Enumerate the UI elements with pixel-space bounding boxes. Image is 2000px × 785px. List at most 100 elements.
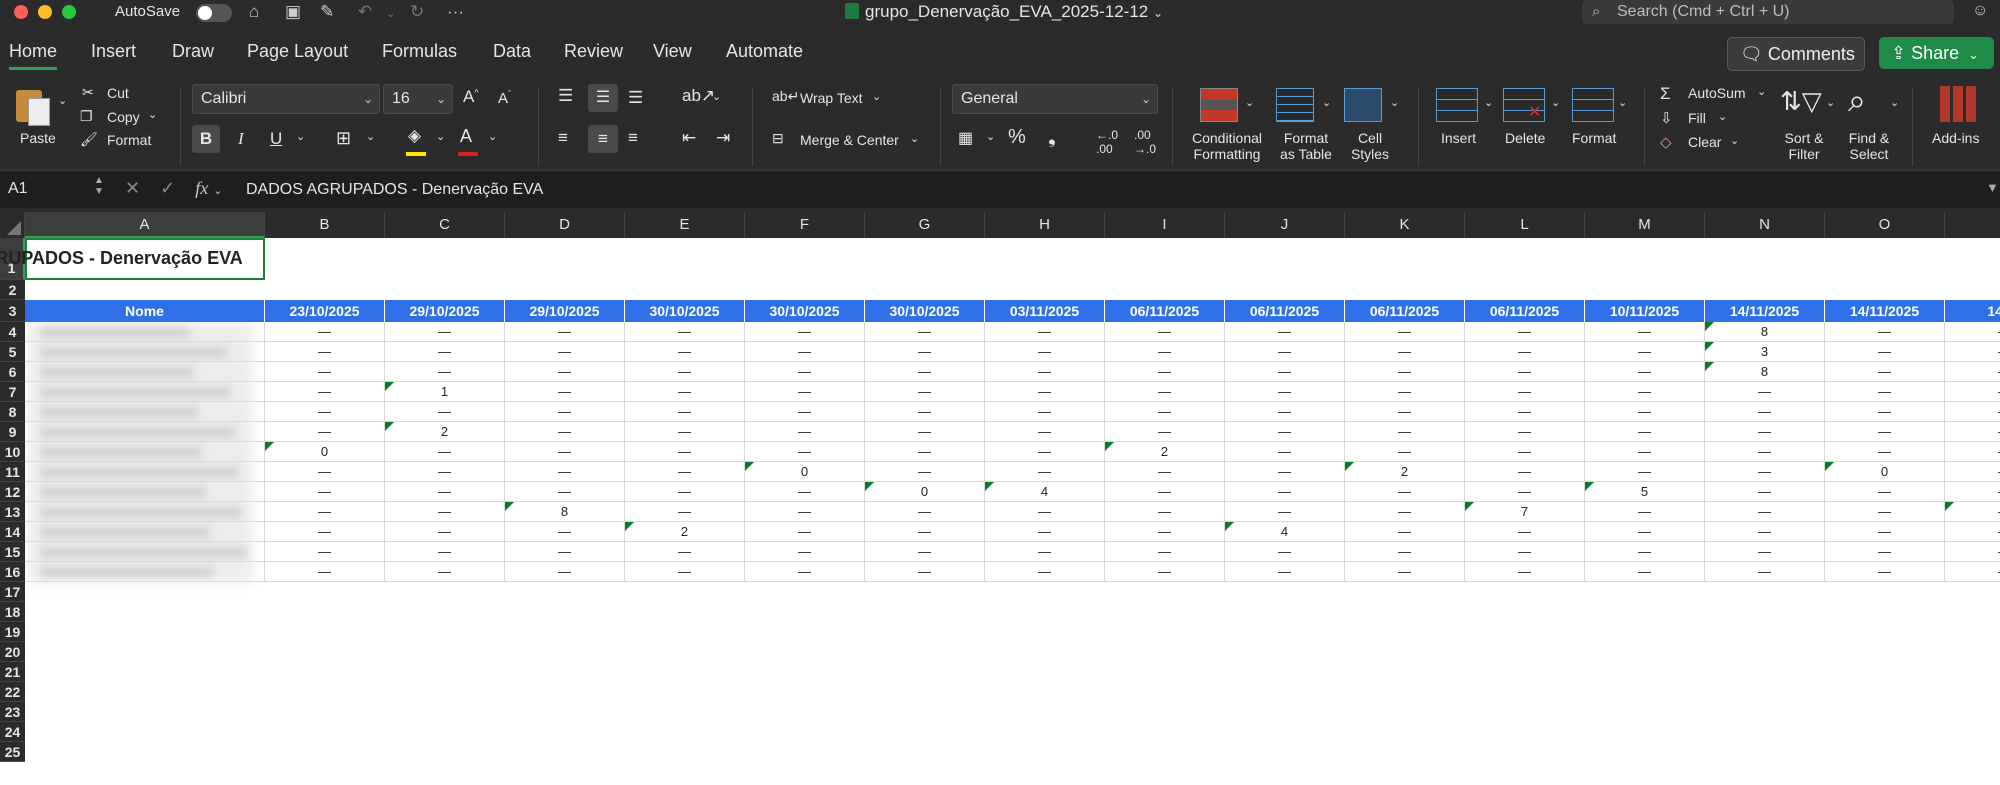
table-cell[interactable]: — bbox=[985, 542, 1105, 562]
table-cell[interactable]: 8 bbox=[505, 502, 625, 522]
percent-style-icon[interactable]: % bbox=[1008, 126, 1026, 149]
table-cell[interactable]: — bbox=[1225, 342, 1345, 362]
table-cell[interactable]: — bbox=[1585, 442, 1705, 462]
column-header[interactable]: I bbox=[1105, 212, 1225, 238]
undo-icon[interactable]: ↶ bbox=[358, 2, 372, 22]
table-cell[interactable]: — bbox=[1225, 422, 1345, 442]
table-cell[interactable]: — bbox=[1825, 342, 1945, 362]
table-cell[interactable]: — bbox=[985, 502, 1105, 522]
increase-decimal-icon[interactable]: ←.0.00 bbox=[1096, 128, 1118, 156]
table-cell[interactable]: — bbox=[1825, 422, 1945, 442]
table-cell[interactable]: — bbox=[745, 402, 865, 422]
table-cell[interactable]: — bbox=[1585, 402, 1705, 422]
row-header[interactable]: 3 bbox=[0, 300, 25, 322]
accounting-format-icon[interactable]: ▦ bbox=[958, 128, 973, 148]
row-header[interactable]: 13 bbox=[0, 502, 25, 522]
column-header[interactable]: G bbox=[865, 212, 985, 238]
insert-cells-label[interactable]: Insert bbox=[1441, 130, 1476, 146]
table-cell[interactable]: 0 bbox=[265, 442, 385, 462]
table-cell[interactable]: — bbox=[625, 402, 745, 422]
table-cell[interactable]: — bbox=[1345, 482, 1465, 502]
column-header[interactable]: B bbox=[265, 212, 385, 238]
table-cell[interactable]: — bbox=[985, 442, 1105, 462]
table-cell[interactable]: — bbox=[265, 522, 385, 542]
table-cell[interactable]: — bbox=[745, 442, 865, 462]
table-cell[interactable]: — bbox=[505, 382, 625, 402]
row-header[interactable]: 4 bbox=[0, 322, 25, 342]
underline-button[interactable]: U bbox=[270, 129, 282, 149]
table-cell[interactable]: — bbox=[265, 562, 385, 582]
table-cell[interactable]: 4 bbox=[985, 482, 1105, 502]
table-cell[interactable]: — bbox=[1465, 382, 1585, 402]
chevron-down-icon[interactable]: ⌄ bbox=[213, 185, 222, 197]
column-header[interactable]: K bbox=[1345, 212, 1465, 238]
home-icon[interactable]: ⌂ bbox=[249, 2, 259, 22]
decrease-font-icon[interactable]: Aˇ bbox=[498, 89, 511, 107]
table-cell[interactable]: — bbox=[385, 362, 505, 382]
table-cell[interactable]: — bbox=[1825, 442, 1945, 462]
table-header-cell[interactable]: Nome bbox=[25, 300, 265, 322]
chevron-down-icon[interactable]: ⌄ bbox=[1757, 85, 1766, 98]
table-cell[interactable]: — bbox=[1465, 322, 1585, 342]
table-cell[interactable]: — bbox=[1945, 442, 2000, 462]
name-box-stepper-icon[interactable]: ▲ ▼ bbox=[94, 175, 104, 197]
table-cell[interactable]: — bbox=[1825, 322, 1945, 342]
tab-formulas[interactable]: Formulas bbox=[382, 41, 457, 62]
chevron-down-icon[interactable]: ⌄ bbox=[1551, 96, 1560, 109]
table-cell[interactable]: — bbox=[865, 342, 985, 362]
table-cell[interactable]: — bbox=[1465, 482, 1585, 502]
decrease-decimal-icon[interactable]: .00 →.0 bbox=[1134, 128, 1156, 156]
table-cell[interactable]: — bbox=[1705, 522, 1825, 542]
table-cell[interactable]: — bbox=[385, 402, 505, 422]
table-cell[interactable]: — bbox=[385, 442, 505, 462]
function-icon[interactable]: fx bbox=[195, 178, 208, 198]
table-cell[interactable]: — bbox=[1105, 342, 1225, 362]
align-left-icon[interactable]: ≡ bbox=[558, 128, 568, 148]
clear-icon[interactable]: ◇ bbox=[1660, 133, 1672, 151]
table-cell[interactable]: — bbox=[1705, 482, 1825, 502]
table-cell[interactable]: — bbox=[625, 462, 745, 482]
table-cell[interactable]: — bbox=[625, 362, 745, 382]
table-header-cell[interactable]: 10/11/2025 bbox=[1585, 300, 1705, 322]
name-box[interactable]: A1 bbox=[8, 180, 28, 198]
table-cell[interactable]: — bbox=[1825, 362, 1945, 382]
table-cell[interactable]: 0 bbox=[745, 462, 865, 482]
table-cell[interactable]: — bbox=[505, 342, 625, 362]
table-cell[interactable]: — bbox=[1345, 342, 1465, 362]
table-cell[interactable]: — bbox=[625, 382, 745, 402]
row-header[interactable]: 10 bbox=[0, 442, 25, 462]
table-cell[interactable]: — bbox=[625, 562, 745, 582]
chevron-down-icon[interactable]: ⌄ bbox=[872, 90, 881, 103]
autosave-toggle[interactable] bbox=[196, 4, 232, 22]
table-cell[interactable]: — bbox=[745, 382, 865, 402]
number-format-dropdown[interactable]: General ⌄ bbox=[952, 84, 1158, 114]
table-cell[interactable]: — bbox=[1465, 462, 1585, 482]
comments-button[interactable]: 🗨 Comments bbox=[1727, 37, 1865, 71]
table-cell[interactable]: — bbox=[1705, 402, 1825, 422]
tab-home[interactable]: Home bbox=[9, 41, 58, 70]
format-painter-label[interactable]: Format bbox=[107, 132, 151, 148]
formula-content[interactable]: DADOS AGRUPADOS - Denervação EVA bbox=[246, 181, 543, 199]
table-cell[interactable]: — bbox=[745, 342, 865, 362]
expand-formula-bar-icon[interactable]: ▼ bbox=[1986, 180, 1999, 195]
table-cell[interactable]: 5 bbox=[1585, 482, 1705, 502]
table-cell[interactable]: — bbox=[1825, 382, 1945, 402]
row-header[interactable]: 7 bbox=[0, 382, 25, 402]
column-header[interactable]: N bbox=[1705, 212, 1825, 238]
table-cell[interactable]: — bbox=[1585, 562, 1705, 582]
font-name-dropdown[interactable]: Calibri ⌄ bbox=[192, 84, 380, 114]
row-header[interactable]: 18 bbox=[0, 602, 25, 622]
sort-filter-label[interactable]: Sort & Filter bbox=[1782, 130, 1826, 162]
row-header[interactable]: 16 bbox=[0, 562, 25, 582]
table-cell[interactable]: — bbox=[1585, 502, 1705, 522]
table-cell[interactable]: — bbox=[865, 562, 985, 582]
table-cell[interactable]: — bbox=[745, 422, 865, 442]
table-cell[interactable]: — bbox=[1945, 422, 2000, 442]
chevron-down-icon[interactable]: ⌄ bbox=[1730, 134, 1739, 147]
column-header[interactable]: D bbox=[505, 212, 625, 238]
table-cell[interactable]: — bbox=[385, 342, 505, 362]
table-cell[interactable]: — bbox=[1945, 322, 2000, 342]
table-cell[interactable]: — bbox=[385, 522, 505, 542]
table-cell[interactable]: — bbox=[505, 462, 625, 482]
table-cell[interactable]: — bbox=[265, 382, 385, 402]
